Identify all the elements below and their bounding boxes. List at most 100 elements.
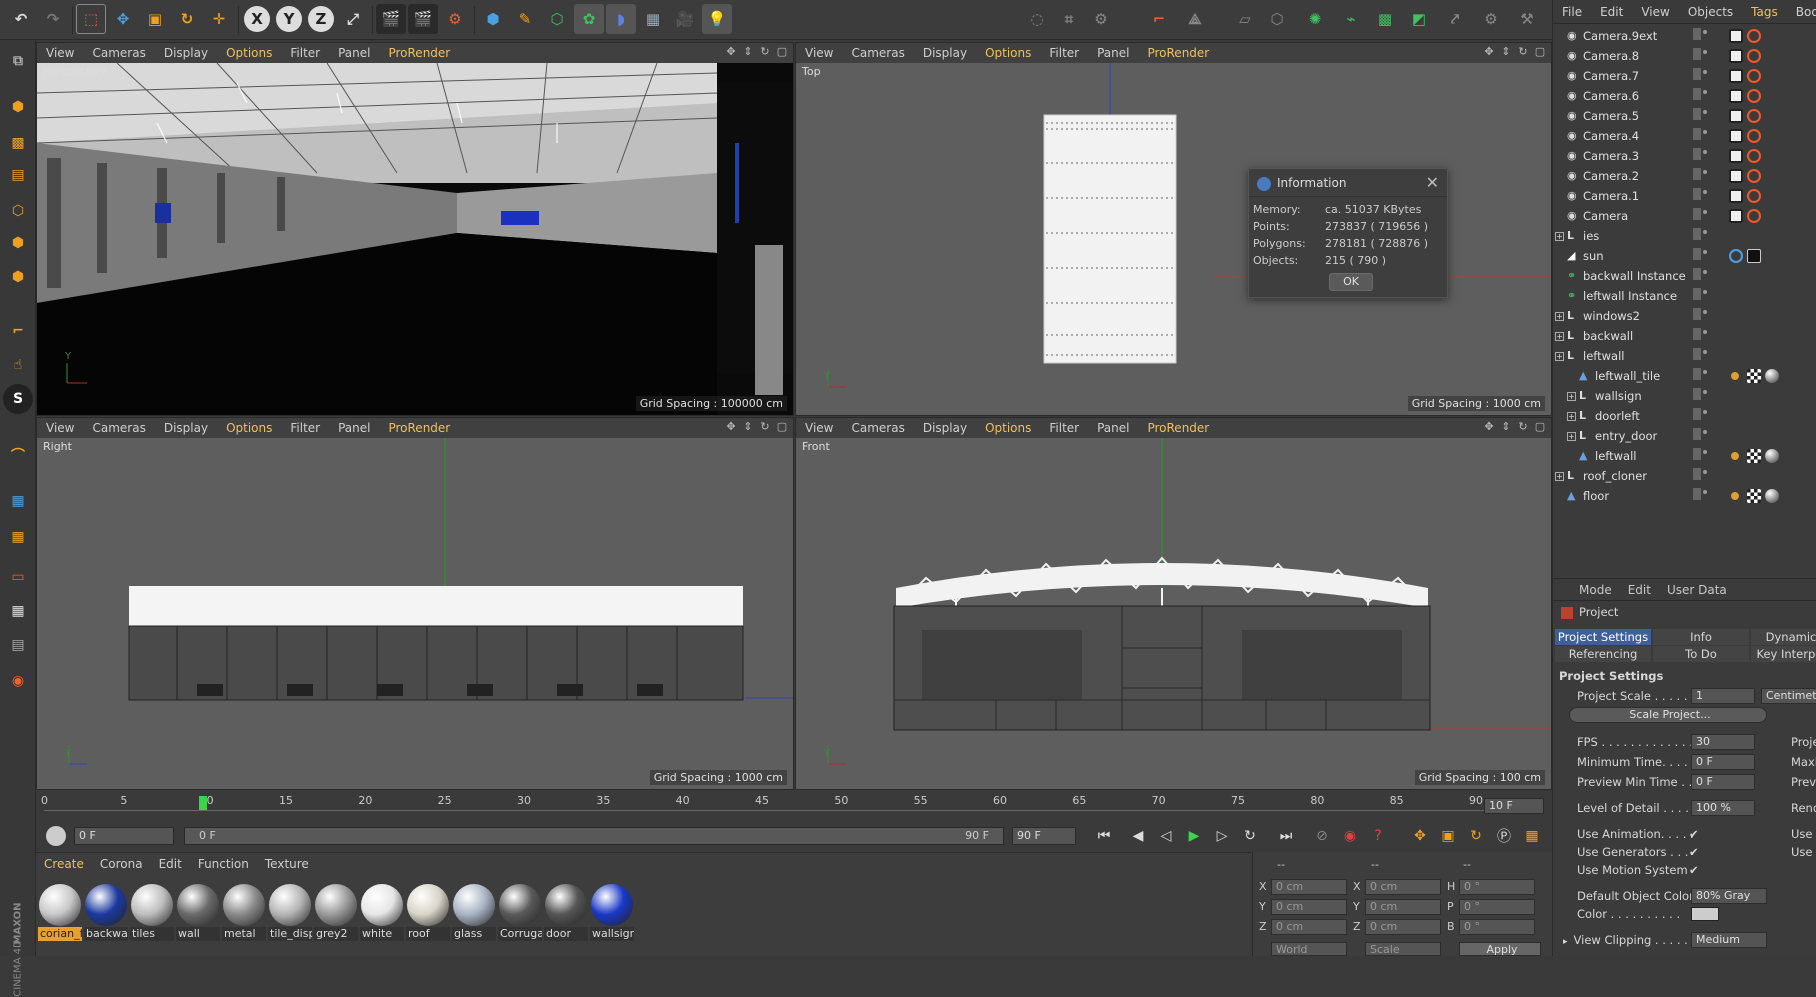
size-y-field[interactable]: 0 cm	[1365, 899, 1441, 915]
object-name[interactable]: Camera.3	[1583, 146, 1639, 166]
deformer-icon[interactable]: ◗	[606, 4, 636, 34]
visibility-toggle-icon[interactable]	[1693, 168, 1723, 184]
object-name[interactable]: Camera.1	[1583, 186, 1639, 206]
viewport-perspective[interactable]: View Cameras Display Options Filter Pane…	[36, 42, 794, 416]
phong-tag-icon[interactable]	[1731, 372, 1739, 380]
next-frame-icon[interactable]: ▷	[1210, 824, 1234, 848]
y-axis-lock-icon[interactable]: Y	[276, 6, 302, 32]
visibility-toggle-icon[interactable]	[1693, 308, 1723, 324]
ok-button[interactable]: OK	[1329, 273, 1373, 291]
expand-icon[interactable]: +	[1555, 232, 1564, 241]
menu-function[interactable]: Function	[190, 857, 257, 871]
object-name[interactable]: Camera	[1583, 206, 1628, 226]
current-frame-field[interactable]: 0 F	[74, 827, 174, 845]
material-tag-icon[interactable]	[1747, 249, 1761, 263]
cube-icon[interactable]: ⬢	[478, 4, 508, 34]
apply-button[interactable]: Apply	[1459, 942, 1541, 956]
pen-icon[interactable]: ✎	[510, 4, 540, 34]
tab-todo[interactable]: To Do	[1653, 646, 1749, 662]
visibility-toggle-icon[interactable]	[1693, 128, 1723, 144]
object-row[interactable]: ◉ Camera.3	[1553, 146, 1816, 166]
visibility-toggle-icon[interactable]	[1693, 448, 1723, 464]
protection-tag-icon[interactable]	[1729, 69, 1743, 83]
fps-field[interactable]: 30	[1691, 734, 1755, 750]
visibility-toggle-icon[interactable]	[1693, 368, 1723, 384]
project-scale-unit-select[interactable]: Centimete	[1761, 688, 1816, 704]
menu-corona[interactable]: Corona	[92, 857, 151, 871]
material-swatch[interactable]: backwal	[84, 883, 128, 947]
render-settings-icon[interactable]: ⚙	[440, 4, 470, 34]
key-scale-icon[interactable]: ▣	[1436, 824, 1460, 848]
axis-icon[interactable]: ⌐	[3, 316, 33, 346]
menu-edit[interactable]: Edit	[1591, 5, 1632, 19]
move-view-icon[interactable]: ✥	[724, 420, 738, 434]
tab-referencing[interactable]: Referencing	[1555, 646, 1651, 662]
object-row[interactable]: ⚭ leftwall Instance	[1553, 286, 1816, 306]
visibility-toggle-icon[interactable]	[1693, 188, 1723, 204]
key-pla-icon[interactable]: ▦	[1520, 824, 1544, 848]
object-row[interactable]: ▲ floor	[1553, 486, 1816, 506]
lod-field[interactable]: 100 %	[1691, 800, 1755, 816]
menu-filter[interactable]: Filter	[1040, 46, 1088, 60]
visibility-toggle-icon[interactable]	[1693, 248, 1723, 264]
target-tag-icon[interactable]	[1747, 149, 1761, 163]
timeline-ruler[interactable]: 0 5 10 15 20 25 30 35 40 45 50 55 60 65 70 75 80 85 90 10 …	[36, 790, 1552, 822]
menu-display[interactable]: Display	[155, 421, 217, 435]
menu-view[interactable]: View	[1632, 5, 1678, 19]
object-row[interactable]: + Lleftwall	[1553, 346, 1816, 366]
move-icon[interactable]: ✥	[108, 4, 138, 34]
expand-icon[interactable]: +	[1555, 472, 1564, 481]
rotate-view-icon[interactable]: ↻	[1516, 45, 1530, 59]
model-icon[interactable]: ⬢	[3, 92, 33, 122]
menu-display[interactable]: Display	[914, 46, 976, 60]
record-icon[interactable]: ◉	[1338, 824, 1362, 848]
visibility-toggle-icon[interactable]	[1693, 348, 1723, 364]
object-row[interactable]: ⚭ backwall Instance	[1553, 266, 1816, 286]
expand-icon[interactable]: +	[1555, 352, 1564, 361]
material-swatch[interactable]: glass	[452, 883, 496, 947]
magnet-icon[interactable]: ⌒	[3, 440, 33, 470]
visibility-toggle-icon[interactable]	[1693, 428, 1723, 444]
max-frame-field[interactable]: 90 F	[1012, 827, 1076, 845]
object-name[interactable]: Camera.5	[1583, 106, 1639, 126]
go-to-start-icon[interactable]: ⏮	[1092, 824, 1116, 848]
array-icon[interactable]: ◩	[1404, 4, 1434, 34]
target-tag-icon[interactable]	[1747, 109, 1761, 123]
object-name[interactable]: leftwall	[1595, 446, 1636, 466]
min-time-field[interactable]: 0 F	[1691, 754, 1755, 770]
texture-icon[interactable]: ▩	[3, 128, 33, 158]
expand-icon[interactable]: +	[1567, 392, 1576, 401]
object-name[interactable]: doorleft	[1595, 406, 1640, 426]
material-tag-icon[interactable]	[1765, 369, 1779, 383]
move-view-icon[interactable]: ✥	[724, 45, 738, 59]
object-row[interactable]: ◢ sun	[1553, 246, 1816, 266]
menu-mode[interactable]: Mode	[1553, 583, 1620, 597]
protection-tag-icon[interactable]	[1729, 129, 1743, 143]
menu-texture[interactable]: Texture	[257, 857, 317, 871]
workplane-icon[interactable]: ▱	[1230, 4, 1260, 34]
tab-info[interactable]: Info	[1653, 629, 1749, 645]
cloner-icon[interactable]: ✿	[574, 4, 604, 34]
material-swatch[interactable]: door	[544, 883, 588, 947]
loop-icon[interactable]: ↻	[1238, 824, 1262, 848]
object-name[interactable]: leftwall_tile	[1595, 366, 1660, 386]
visibility-toggle-icon[interactable]	[1693, 468, 1723, 484]
camera-icon[interactable]: 🎥	[670, 4, 700, 34]
object-row[interactable]: ◉ Camera.2	[1553, 166, 1816, 186]
menu-cameras[interactable]: Cameras	[83, 46, 154, 60]
edges-mode-icon[interactable]: ⌗	[1054, 4, 1084, 34]
visibility-toggle-icon[interactable]	[1693, 488, 1723, 504]
object-name[interactable]: floor	[1583, 486, 1609, 506]
target-tag-icon[interactable]	[1747, 49, 1761, 63]
protection-tag-icon[interactable]	[1729, 109, 1743, 123]
menu-panel[interactable]: Panel	[329, 421, 379, 435]
key-rotation-icon[interactable]: ↻	[1464, 824, 1488, 848]
uvw-tag-icon[interactable]	[1747, 369, 1761, 383]
menu-prorender[interactable]: ProRender	[1138, 421, 1218, 435]
rotate-view-icon[interactable]: ↻	[1516, 420, 1530, 434]
maximize-view-icon[interactable]: ▢	[1533, 45, 1547, 59]
generator-icon[interactable]: ▩	[1370, 4, 1400, 34]
material-tag-icon[interactable]	[1765, 489, 1779, 503]
rotate-view-icon[interactable]: ↻	[758, 45, 772, 59]
axis-mode-icon[interactable]: ⌐	[1144, 4, 1174, 34]
